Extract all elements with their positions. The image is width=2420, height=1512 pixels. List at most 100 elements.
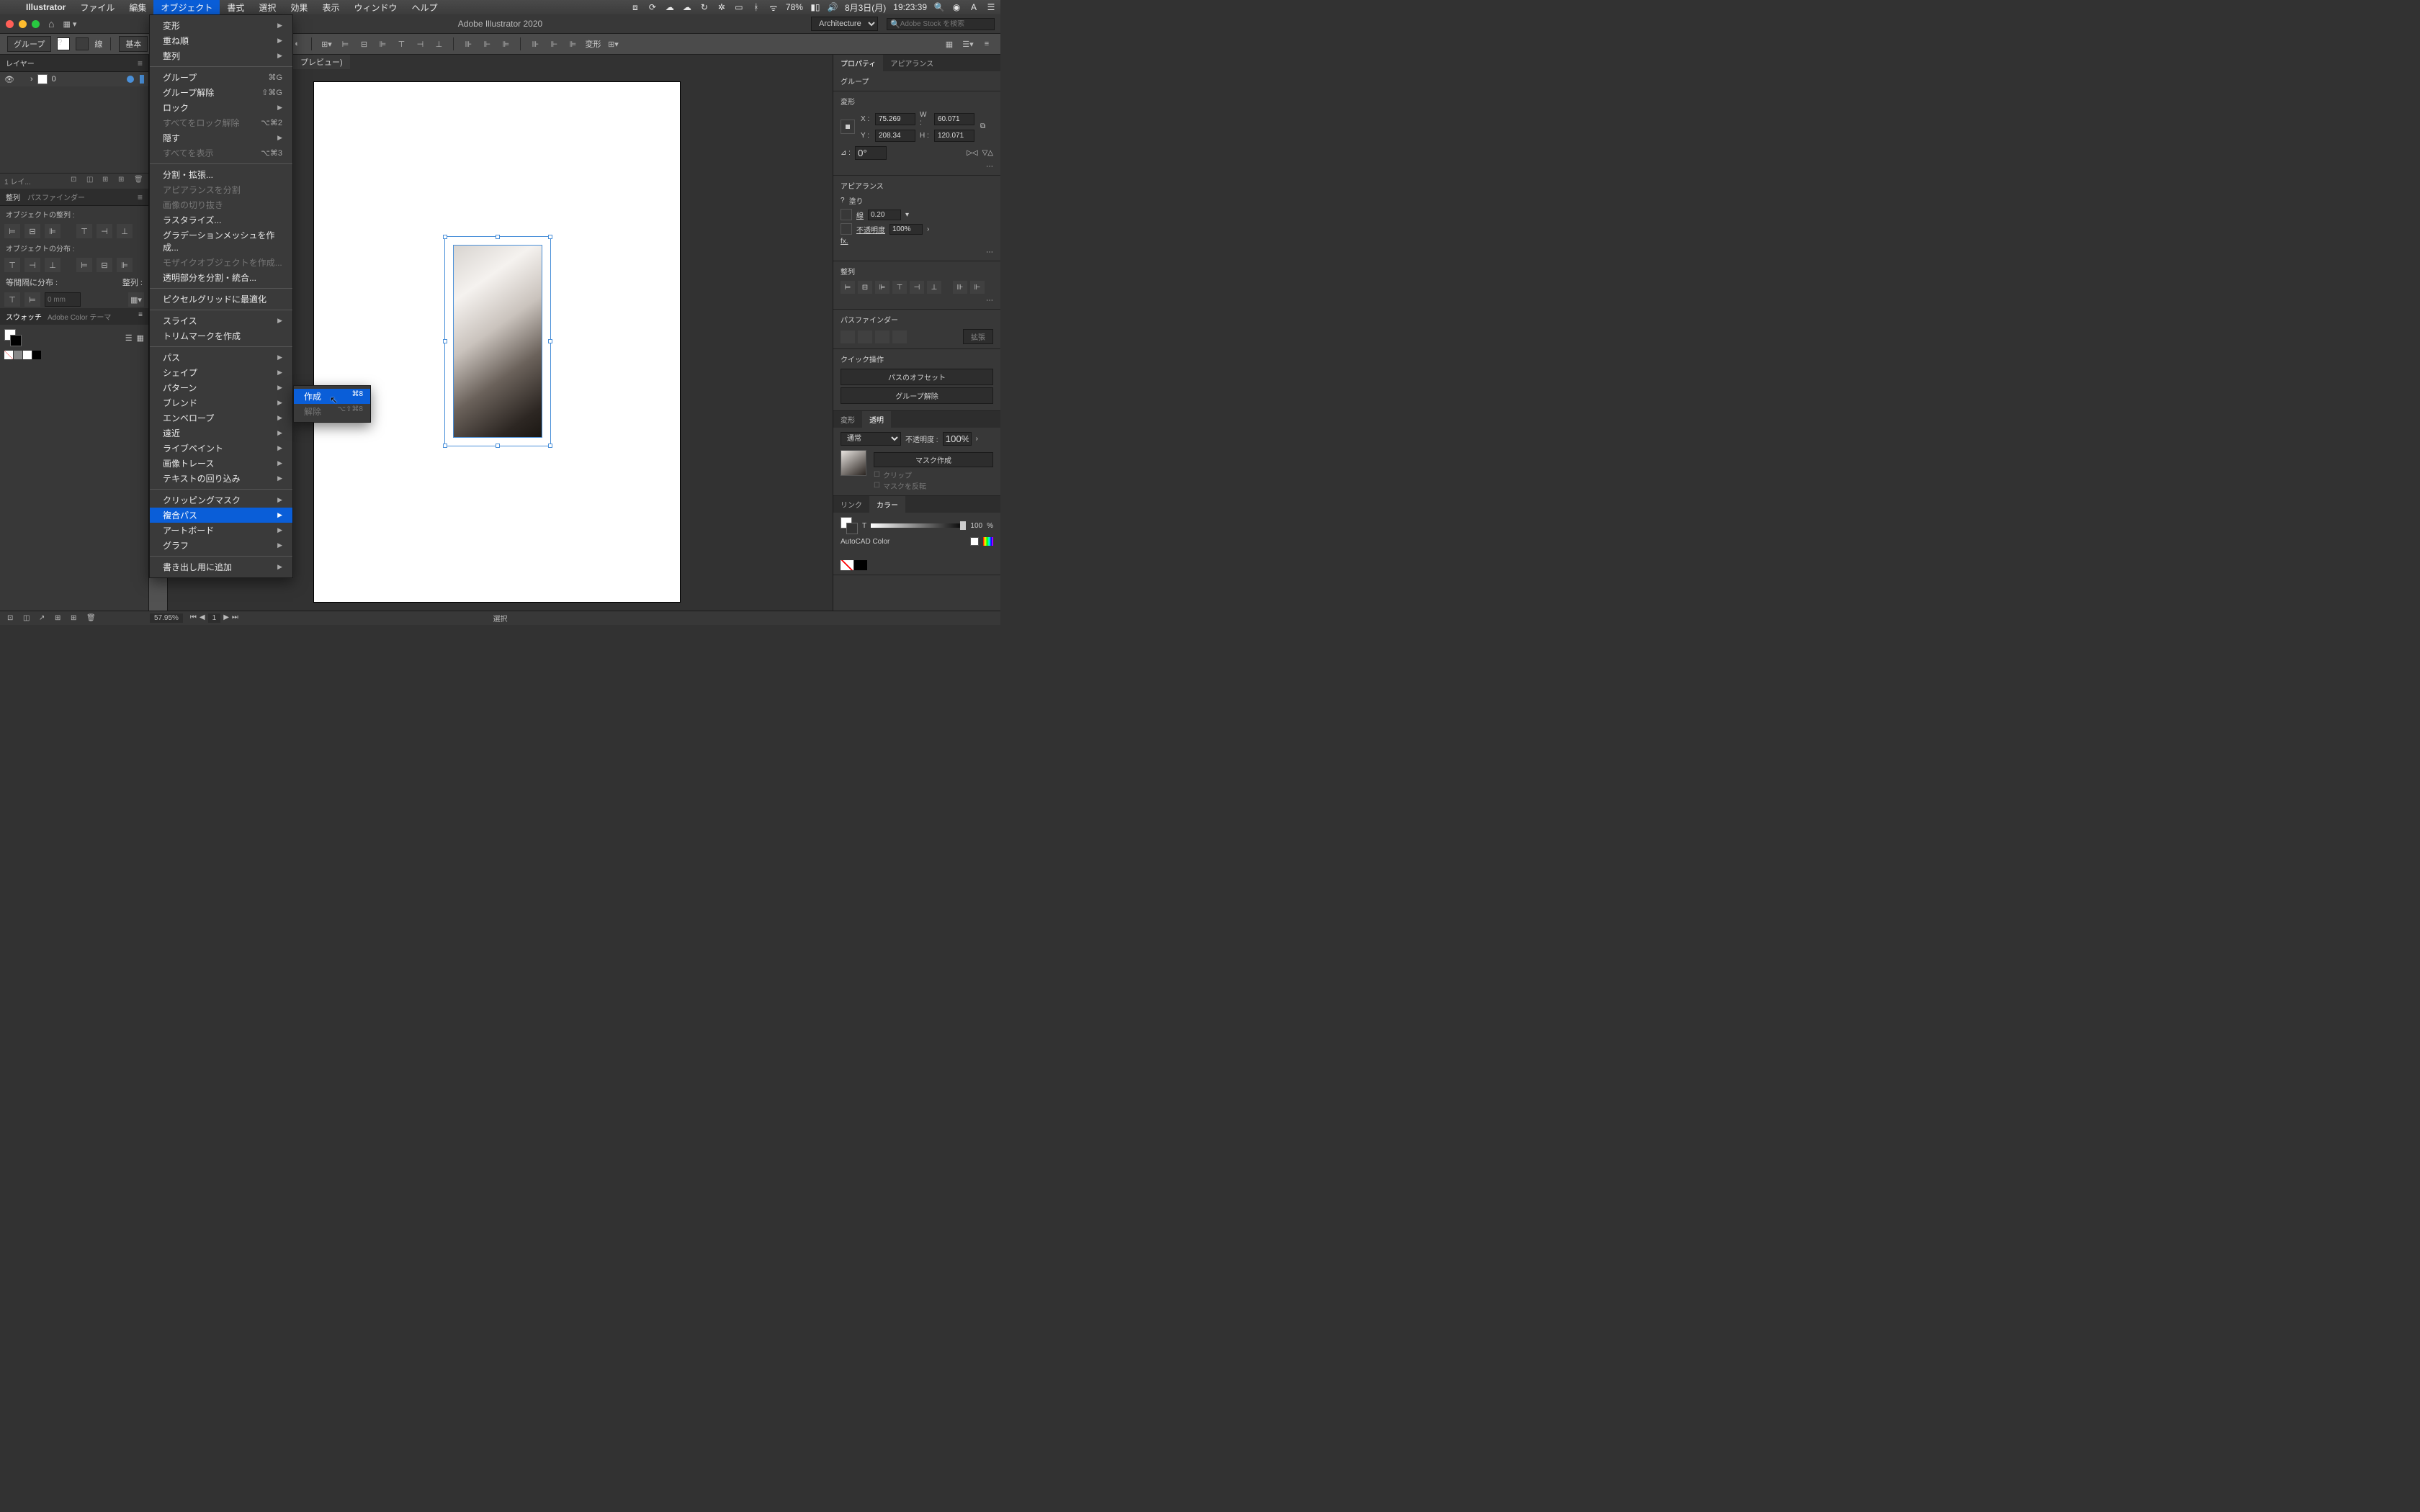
dist-t-btn[interactable]: ⊤ [4,258,20,272]
swatch-none[interactable] [4,351,13,359]
pf-unite[interactable] [841,330,855,343]
handle-br[interactable] [548,444,552,448]
color-themes-tab[interactable]: Adobe Color テーマ [48,311,111,322]
transform-tab2[interactable]: 変形 [833,411,862,428]
swatch-menu-icon[interactable]: ≡ [138,311,143,322]
lock-ratio-icon[interactable]: ⧉ [980,122,985,130]
menu-item[interactable]: 重ね順▶ [150,33,292,48]
board-icon[interactable]: ▦ [943,37,956,50]
more-icon3[interactable]: ⋯ [986,297,993,305]
trans-more-icon[interactable]: › [976,435,978,443]
menu-item[interactable]: 隠す▶ [150,130,292,145]
offset-path-button[interactable]: パスのオフセット [841,369,993,385]
layer-row[interactable]: 👁 › 0 [0,72,148,86]
more-icon[interactable]: ⋯ [841,163,993,171]
layers-panel-header[interactable]: レイヤー ≡ [0,55,148,72]
menubar-time[interactable]: 19:23:39 [893,2,927,12]
al3[interactable]: ⊫ [875,281,889,294]
sync-icon[interactable]: ⟳ [647,2,658,12]
locate-icon[interactable]: ⊡ [71,176,81,186]
h-input[interactable] [934,130,974,142]
align-menu-icon[interactable]: ≡ [138,192,143,202]
dd-icon[interactable]: ▾ [905,211,909,219]
tint-slider[interactable] [871,523,966,528]
opacity-chip[interactable] [841,223,852,235]
input-icon[interactable]: A [969,2,979,12]
foot-i2[interactable]: ◫ [23,614,33,622]
flip-h-icon[interactable]: ▷◁ [967,149,977,157]
dist5-icon[interactable]: ⊩ [547,37,560,50]
menu-item[interactable]: パス▶ [150,350,292,365]
dist-hc-btn[interactable]: ⊟ [97,258,112,272]
zoom-icon[interactable] [32,20,40,28]
pf-intersect[interactable] [875,330,889,343]
stroke-label[interactable]: 線 [856,210,864,220]
menu-item[interactable]: 透明部分を分割・統合... [150,270,292,285]
menu-item[interactable]: 遠近▶ [150,426,292,441]
fill-swatch[interactable]: ? [57,37,70,50]
pf-minus[interactable] [858,330,872,343]
foot-trash-icon[interactable]: 🗑 [86,614,97,622]
pathfinder-tab-label[interactable]: パスファインダー [27,192,85,202]
stock-search[interactable]: 🔍 [887,18,995,30]
new-layer-icon[interactable]: ⊞ [118,176,128,186]
stroke-weight-input[interactable] [868,210,901,220]
align-top-btn[interactable]: ⊤ [76,224,92,238]
align-vc-btn[interactable]: ⊣ [97,224,112,238]
transparency-thumb[interactable] [841,450,866,476]
w-input[interactable] [934,113,974,125]
minimize-icon[interactable] [19,20,27,28]
more-icon2[interactable]: ⋯ [841,248,993,256]
menu-object[interactable]: オブジェクト [153,0,220,15]
swatch-reg[interactable] [14,351,22,359]
dist3-icon[interactable]: ⊫ [499,37,512,50]
notification-icon[interactable]: ☰ [986,2,996,12]
foot-i4[interactable]: ⊞ [55,614,65,622]
selected-object[interactable] [444,236,551,446]
menu-item[interactable]: ブレンド▶ [150,395,292,410]
menu-select[interactable]: 選択 [251,0,283,15]
handle-b[interactable] [496,444,500,448]
menu-effect[interactable]: 効果 [283,0,315,15]
handle-t[interactable] [496,235,500,239]
foot-i3[interactable]: ↗ [39,614,49,622]
cloud2-icon[interactable]: ☁ [682,2,692,12]
menu-item[interactable]: 画像トレース▶ [150,456,292,471]
app-name[interactable]: Illustrator [19,2,73,12]
menu-item[interactable]: ラスタライズ... [150,212,292,228]
dist6-icon[interactable]: ⊫ [566,37,579,50]
align-bottom-btn[interactable]: ⊥ [117,224,133,238]
align-panel-header[interactable]: 整列 パスファインダー ≡ [0,189,148,206]
angle-input[interactable] [855,146,887,160]
menu-window[interactable]: ウィンドウ [346,0,404,15]
menu-item[interactable]: グループ⌘G [150,70,292,85]
timemachine-icon[interactable]: ↻ [699,2,709,12]
prev-artboard-icon[interactable]: ◀ [200,613,205,623]
handle-r[interactable] [548,339,552,343]
menu-item[interactable]: 整列▶ [150,48,292,63]
dist-r-btn[interactable]: ⊫ [117,258,133,272]
space-v-btn[interactable]: ⊤ [4,292,20,307]
question-icon[interactable]: ? [841,197,845,204]
menu-item[interactable]: 複合パス▶ [150,508,292,523]
transform-more-icon[interactable]: ⊞▾ [606,37,619,50]
align-to-btn[interactable]: ▦▾ [128,292,144,307]
properties-tab[interactable]: プロパティ [833,55,883,71]
menu-item[interactable]: スライス▶ [150,313,292,328]
foot-i1[interactable]: ⊡ [7,614,17,622]
menu-item[interactable]: トリムマークを作成 [150,328,292,343]
swatch-panel-header[interactable]: スウォッチ Adobe Color テーマ ≡ [0,308,148,325]
foot-new-icon[interactable]: ⊞ [71,614,81,622]
menu-type[interactable]: 書式 [220,0,251,15]
volume-icon[interactable]: 🔊 [828,2,838,12]
document-tab[interactable]: プレビュー) [293,55,350,69]
layers-menu-icon[interactable]: ≡ [138,58,143,68]
menu-help[interactable]: ヘルプ [404,0,444,15]
dist-vc-btn[interactable]: ⊣ [24,258,40,272]
al6[interactable]: ⊥ [927,281,941,294]
stroke-chip[interactable] [841,209,852,220]
last-artboard-icon[interactable]: ⏭ [232,613,238,623]
fan-icon[interactable]: ✲ [717,2,727,12]
menu-item[interactable]: テキストの回り込み▶ [150,471,292,486]
al5[interactable]: ⊣ [910,281,924,294]
